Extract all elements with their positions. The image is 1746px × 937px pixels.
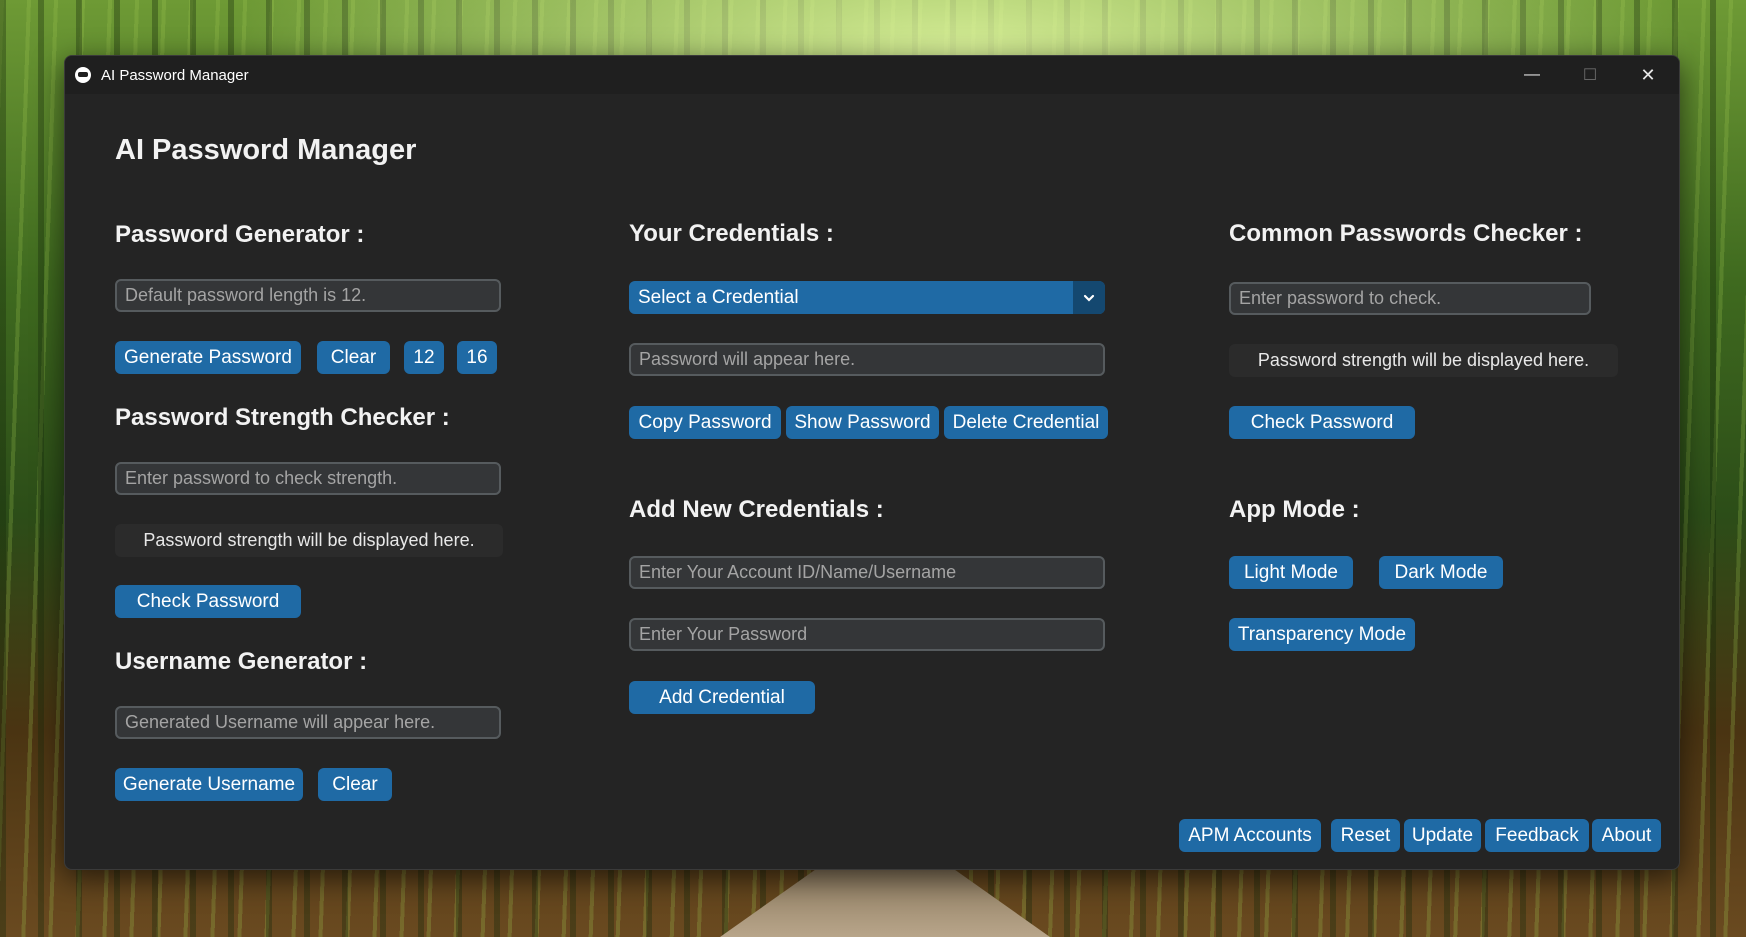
- update-button[interactable]: Update: [1404, 819, 1481, 852]
- clear-username-button[interactable]: Clear: [318, 768, 392, 801]
- common-checker-title: Common Passwords Checker :: [1229, 220, 1583, 247]
- length-16-button[interactable]: 16: [457, 341, 497, 374]
- delete-credential-button[interactable]: Delete Credential: [944, 406, 1108, 439]
- about-button[interactable]: About: [1592, 819, 1661, 852]
- app-logo-icon: [75, 67, 91, 83]
- account-password-input[interactable]: [629, 618, 1105, 651]
- password-generator-title: Password Generator :: [115, 221, 365, 248]
- credential-password-field[interactable]: [629, 343, 1105, 376]
- minimize-button[interactable]: —: [1509, 56, 1555, 94]
- generate-username-button[interactable]: Generate Username: [115, 768, 303, 801]
- strength-password-input[interactable]: [115, 462, 501, 495]
- transparency-mode-button[interactable]: Transparency Mode: [1229, 618, 1415, 651]
- app-title: AI Password Manager: [115, 134, 417, 166]
- clear-password-button[interactable]: Clear: [317, 341, 390, 374]
- credential-select-value: Select a Credential: [638, 287, 799, 308]
- close-button[interactable]: ✕: [1625, 56, 1671, 94]
- add-credential-button[interactable]: Add Credential: [629, 681, 815, 714]
- credentials-title: Your Credentials :: [629, 220, 834, 247]
- generated-username-field[interactable]: [115, 706, 501, 739]
- check-common-password-button[interactable]: Check Password: [1229, 406, 1415, 439]
- account-name-input[interactable]: [629, 556, 1105, 589]
- credential-select[interactable]: Select a Credential: [629, 281, 1105, 314]
- common-result-label: Password strength will be displayed here…: [1229, 344, 1618, 377]
- desktop-wallpaper-path: [720, 867, 1050, 937]
- generated-password-field[interactable]: [115, 279, 501, 312]
- title-bar[interactable]: AI Password Manager — ☐ ✕: [65, 56, 1679, 94]
- dark-mode-button[interactable]: Dark Mode: [1379, 556, 1503, 589]
- feedback-button[interactable]: Feedback: [1485, 819, 1589, 852]
- length-12-button[interactable]: 12: [404, 341, 444, 374]
- check-strength-button[interactable]: Check Password: [115, 585, 301, 618]
- light-mode-button[interactable]: Light Mode: [1229, 556, 1353, 589]
- show-password-button[interactable]: Show Password: [786, 406, 939, 439]
- app-window: AI Password Manager — ☐ ✕ AI Password Ma…: [64, 55, 1680, 870]
- app-mode-title: App Mode :: [1229, 496, 1360, 523]
- generate-password-button[interactable]: Generate Password: [115, 341, 301, 374]
- strength-result-label: Password strength will be displayed here…: [115, 524, 503, 557]
- apm-accounts-button[interactable]: APM Accounts: [1179, 819, 1321, 852]
- chevron-down-icon[interactable]: [1073, 281, 1105, 314]
- add-credentials-title: Add New Credentials :: [629, 496, 884, 523]
- maximize-button[interactable]: ☐: [1567, 56, 1613, 94]
- copy-password-button[interactable]: Copy Password: [629, 406, 781, 439]
- window-title: AI Password Manager: [101, 67, 249, 84]
- reset-button[interactable]: Reset: [1331, 819, 1400, 852]
- username-generator-title: Username Generator :: [115, 648, 368, 675]
- strength-checker-title: Password Strength Checker :: [115, 404, 450, 431]
- common-password-input[interactable]: [1229, 282, 1591, 315]
